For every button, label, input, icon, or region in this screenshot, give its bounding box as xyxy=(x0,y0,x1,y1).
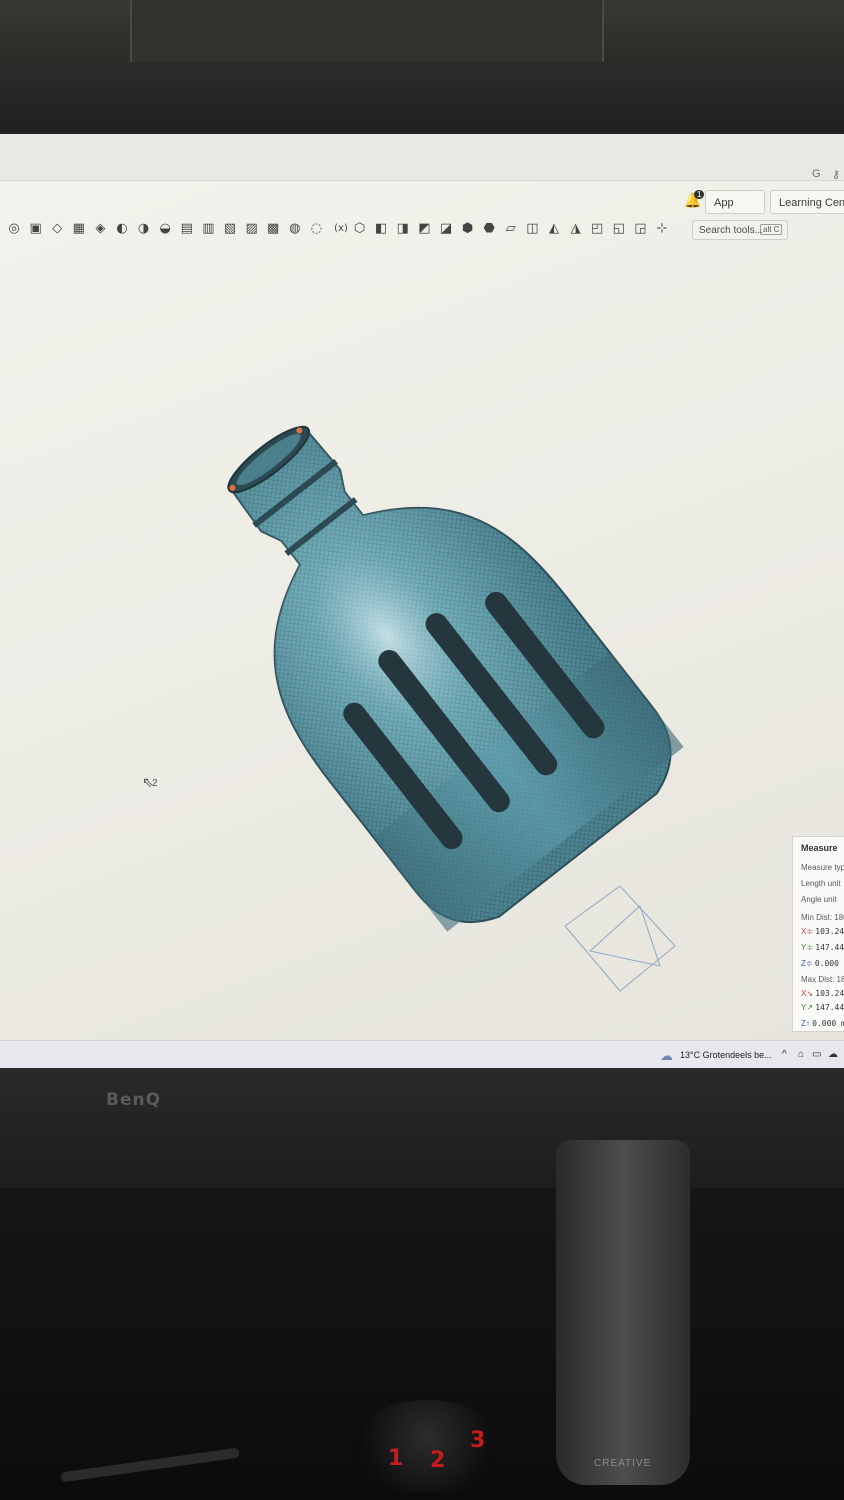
browser-bar xyxy=(0,134,844,181)
length-unit-label[interactable]: Length unit xyxy=(801,879,841,888)
max-z-value: 0.000 m xyxy=(812,1019,844,1028)
speaker-brand-logo: CREATIVE xyxy=(594,1458,652,1469)
model-view[interactable] xyxy=(0,246,844,1022)
sketch-icon[interactable]: ◎ xyxy=(6,220,22,238)
weather-status[interactable]: 13°C Grotendeels be... xyxy=(680,1050,772,1060)
z-axis-icon: Z≑ xyxy=(801,959,813,968)
measure-type-label[interactable]: Measure type xyxy=(801,863,844,872)
shell-icon[interactable]: ▥ xyxy=(200,220,216,238)
mouse-button-1: 1 xyxy=(388,1446,404,1471)
speaker xyxy=(556,1140,690,1485)
replace-icon[interactable]: ▱ xyxy=(503,220,519,238)
measure-panel[interactable]: Measure Measure type Length unit Angle u… xyxy=(792,836,844,1032)
mate-icon[interactable]: ◧ xyxy=(373,220,389,238)
monitor-brand-logo: BenQ xyxy=(106,1090,162,1110)
delete-icon[interactable]: ◩ xyxy=(416,220,432,238)
bottle-model[interactable] xyxy=(142,356,696,947)
chamfer-icon[interactable]: ◒ xyxy=(157,220,173,238)
z-axis-icon: Z↑ xyxy=(801,1019,810,1028)
revolve-icon[interactable]: ◇ xyxy=(49,220,65,238)
network-icon[interactable]: ⌂ xyxy=(798,1049,804,1060)
min-y-value: 147.44 xyxy=(815,943,844,952)
draft-icon[interactable]: ▤ xyxy=(179,220,195,238)
variable-icon[interactable]: (x) xyxy=(330,220,352,238)
split-icon[interactable]: ▩ xyxy=(265,220,281,238)
weld-icon[interactable]: ◰ xyxy=(589,220,605,238)
modify-icon[interactable]: ◪ xyxy=(438,220,454,238)
max-dist-label: Max Dist: 180 xyxy=(801,975,844,984)
y-axis-icon: Y↗ xyxy=(801,1003,814,1012)
fillet-icon[interactable]: ◑ xyxy=(136,220,152,238)
pattern-icon[interactable]: ◍ xyxy=(287,220,303,238)
extrude-icon[interactable]: ▣ xyxy=(28,220,44,238)
monitor-screen: G ⚷ 🔔 1 App Store Learning Center ◎▣◇▦◈◐… xyxy=(0,134,844,1068)
plane-icon[interactable]: ⬡ xyxy=(352,220,368,238)
sheet-metal-icon[interactable]: ◭ xyxy=(546,220,562,238)
weather-icon[interactable]: ☁ xyxy=(660,1048,673,1064)
graphics-viewport[interactable] xyxy=(0,246,844,1022)
cursor-label: 2 xyxy=(152,778,158,789)
min-x-value: 103.24 xyxy=(815,927,844,936)
mirror-icon[interactable]: ◌ xyxy=(308,220,324,238)
boolean-icon[interactable]: ▨ xyxy=(244,220,260,238)
offset-icon[interactable]: ◫ xyxy=(524,220,540,238)
max-x-value: 103.24 xyxy=(815,989,844,998)
wall-frame xyxy=(130,0,604,64)
origin-planes[interactable] xyxy=(564,885,676,992)
cloud-icon[interactable]: ☁ xyxy=(828,1049,838,1060)
search-shortcut-hint: alt C xyxy=(760,224,783,235)
add-custom-icon[interactable]: ⊹ xyxy=(654,220,670,238)
thicken-icon[interactable]: ◐ xyxy=(114,220,130,238)
notification-badge: 1 xyxy=(694,190,705,199)
wrap-icon[interactable]: ⬣ xyxy=(481,220,497,238)
measure-title: Measure xyxy=(801,843,838,853)
google-icon[interactable]: G xyxy=(812,168,821,180)
max-y-value: 147.44 xyxy=(815,1003,844,1012)
monitor-bezel-top xyxy=(0,62,844,134)
cut-list-icon[interactable]: ◱ xyxy=(611,220,627,238)
loft-icon[interactable]: ◈ xyxy=(92,220,108,238)
x-axis-icon: X↘ xyxy=(801,989,814,998)
monitor-bezel-bottom xyxy=(0,1068,844,1188)
app-store-button[interactable]: App Store xyxy=(705,190,765,233)
min-dist-label: Min Dist: 180 xyxy=(801,913,844,922)
section-icon[interactable]: ⬢ xyxy=(460,220,476,238)
frame-icon[interactable]: ◮ xyxy=(568,220,584,238)
key-icon[interactable]: ⚷ xyxy=(832,168,840,181)
learning-center-button[interactable]: Learning Center xyxy=(770,190,844,214)
mouse-button-3: 3 xyxy=(470,1428,486,1453)
mouse-button-2: 2 xyxy=(430,1448,446,1473)
sweep-icon[interactable]: ▦ xyxy=(71,220,87,238)
chevron-up-icon[interactable]: ^ xyxy=(782,1049,787,1060)
min-z-value: 0.000 xyxy=(814,959,839,968)
monitor-icon[interactable]: ▭ xyxy=(812,1049,821,1060)
hole-icon[interactable]: ▧ xyxy=(222,220,238,238)
surface-icon[interactable]: ◲ xyxy=(632,220,648,238)
transform-icon[interactable]: ◨ xyxy=(395,220,411,238)
x-axis-icon: X≑ xyxy=(801,927,814,936)
angle-unit-label[interactable]: Angle unit xyxy=(801,895,837,904)
y-axis-icon: Y≑ xyxy=(801,943,814,952)
